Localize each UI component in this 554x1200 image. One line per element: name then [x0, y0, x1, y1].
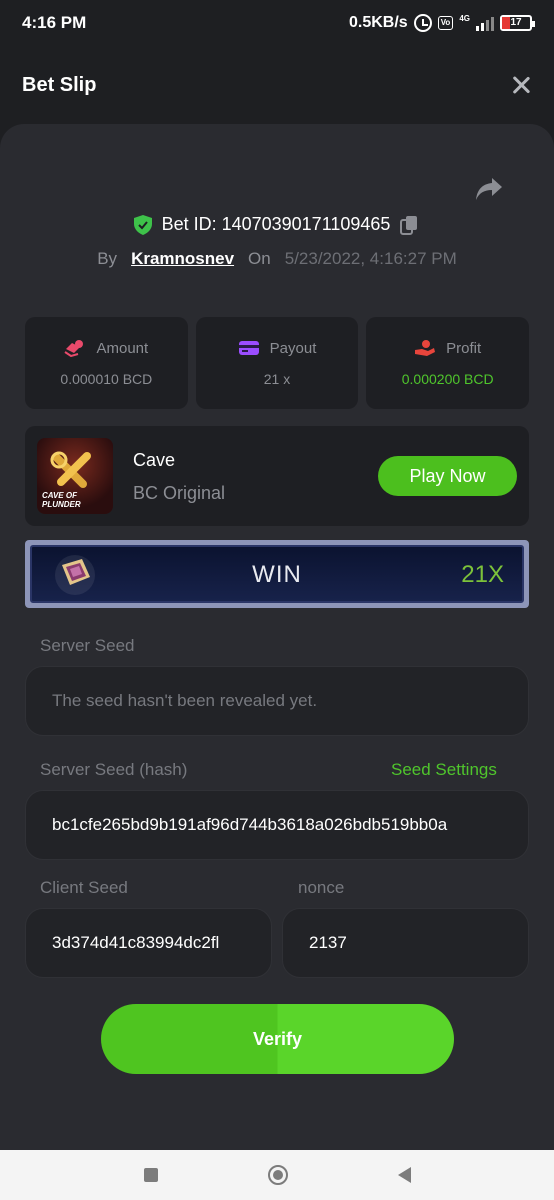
on-label: On — [248, 249, 271, 268]
bet-stats: Amount 0.000010 BCD Payout 21 x Profit 0… — [25, 317, 530, 409]
page-title: Bet Slip — [22, 73, 97, 96]
client-seed-value: 3d374d41c83994dc2fl — [52, 933, 220, 952]
battery-icon: 17 — [500, 15, 535, 31]
nonce-label: nonce — [298, 878, 345, 897]
stat-profit: Profit 0.000200 BCD — [366, 317, 530, 409]
share-icon[interactable] — [474, 176, 504, 202]
recents-icon[interactable] — [143, 1168, 158, 1182]
close-icon[interactable] — [510, 74, 532, 96]
alarm-icon — [413, 14, 432, 32]
bet-datetime: 5/23/2022, 4:16:27 PM — [284, 249, 457, 268]
signal-icon — [476, 15, 494, 31]
nonce-value: 2137 — [309, 933, 347, 952]
bet-slip-sheet: Bet ID: 14070390171109465 By Kramnosnev … — [0, 124, 554, 1150]
money-icon — [64, 340, 84, 357]
back-icon[interactable] — [397, 1167, 411, 1183]
home-icon[interactable] — [267, 1165, 288, 1185]
network-type: 4G — [459, 13, 470, 23]
stat-label: Amount — [96, 339, 149, 357]
system-nav-bar — [0, 1150, 554, 1200]
by-label: By — [97, 249, 118, 268]
game-name: Cave — [133, 450, 176, 470]
shield-check-icon — [133, 214, 152, 235]
bet-id-row: Bet ID: 14070390171109465 — [0, 214, 554, 235]
card-icon — [238, 341, 259, 355]
server-seed-field[interactable]: The seed hasn't been revealed yet. — [25, 666, 529, 736]
thumbnail-title: CAVE OF PLUNDER — [42, 491, 81, 509]
profit-icon — [415, 340, 436, 356]
server-seed-label: Server Seed — [40, 636, 135, 655]
stat-value: 0.000200 BCD — [401, 371, 494, 387]
bet-id: Bet ID: 14070390171109465 — [161, 214, 391, 234]
seed-settings-link[interactable]: Seed Settings — [391, 760, 497, 780]
network-speed: 0.5KB/s — [348, 14, 408, 31]
client-seed-field[interactable]: 3d374d41c83994dc2fl — [25, 908, 272, 978]
server-seed-hash-label: Server Seed (hash) — [40, 760, 188, 779]
bet-author-row: By Kramnosnev On 5/23/2022, 4:16:27 PM — [0, 249, 554, 269]
status-bar: 4:16 PM 0.5KB/s Vo 4G 17 — [0, 0, 554, 46]
server-seed-hash-field[interactable]: bc1cfe265bd9b191af96d744b3618a026bdb519b… — [25, 790, 529, 860]
result-label: WIN — [252, 561, 302, 588]
game-provider: BC Original — [133, 483, 226, 503]
game-thumbnail[interactable]: CAVE OF PLUNDER — [37, 438, 113, 514]
username-link[interactable]: Kramnosnev — [131, 249, 234, 269]
volte-icon: Vo — [437, 16, 454, 30]
verify-button[interactable]: Verify — [101, 1004, 454, 1074]
nonce-field[interactable]: 2137 — [282, 908, 529, 978]
status-time: 4:16 PM — [22, 13, 87, 32]
server-seed-value: The seed hasn't been revealed yet. — [52, 691, 318, 710]
stat-label: Payout — [269, 339, 317, 357]
game-card: CAVE OF PLUNDER Cave BC Original Play No… — [25, 426, 529, 526]
stat-label: Profit — [446, 339, 482, 357]
bet-slip-header: Bet Slip — [0, 46, 554, 124]
stat-value: 21 x — [263, 371, 291, 387]
stat-amount: Amount 0.000010 BCD — [25, 317, 188, 409]
stat-value: 0.000010 BCD — [60, 371, 153, 387]
server-seed-hash-value: bc1cfe265bd9b191af96d744b3618a026bdb519b… — [52, 815, 448, 834]
status-icons: 0.5KB/s Vo 4G 17 — [348, 13, 535, 32]
play-now-button[interactable]: Play Now — [378, 456, 517, 496]
result-banner: WIN 21X — [25, 540, 529, 608]
client-seed-label: Client Seed — [40, 878, 128, 897]
result-multiplier: 21X — [461, 561, 504, 588]
copy-icon[interactable] — [400, 215, 420, 235]
stat-payout: Payout 21 x — [195, 317, 359, 409]
battery-level: 17 — [510, 17, 522, 28]
